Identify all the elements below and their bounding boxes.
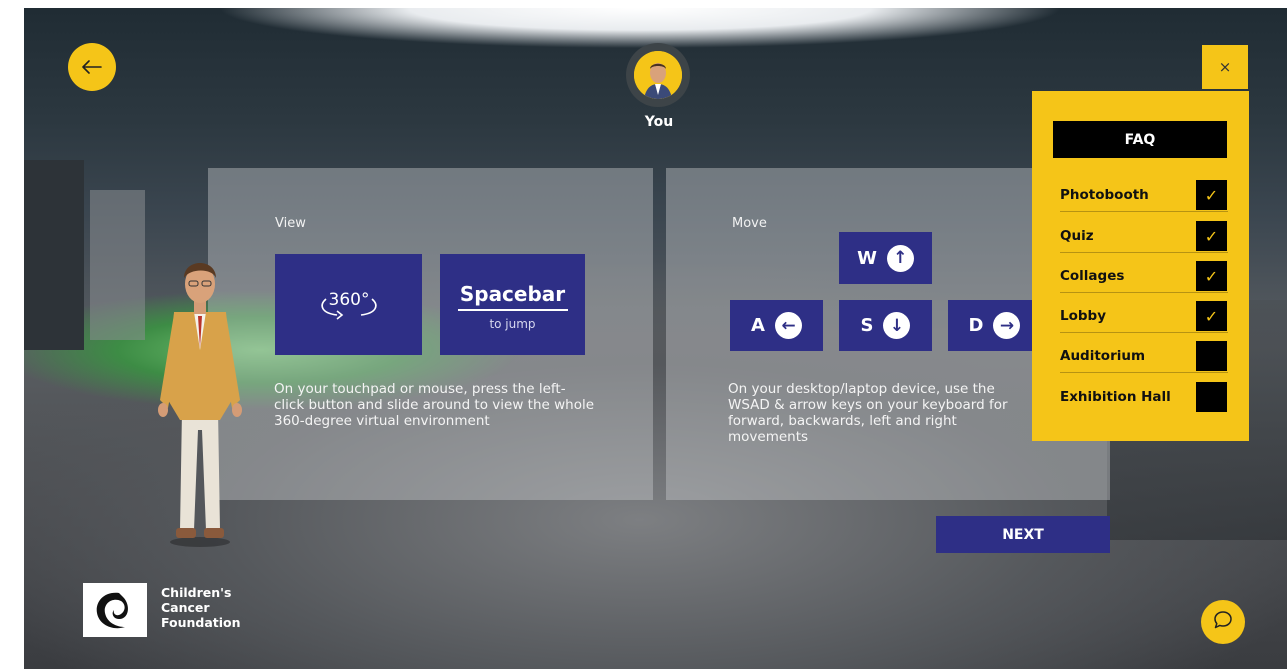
move-description: On your desktop/laptop device, use the W… bbox=[728, 381, 1008, 445]
faq-item-quiz[interactable]: Quiz ✓ bbox=[1060, 220, 1228, 253]
faq-item-label: Quiz bbox=[1060, 228, 1094, 244]
view-instructions-panel: View 360° Spacebar to jump On your touch… bbox=[208, 168, 653, 500]
chat-bubble-icon bbox=[1213, 610, 1233, 635]
faq-item-photobooth[interactable]: Photobooth ✓ bbox=[1060, 179, 1228, 212]
checkbox[interactable] bbox=[1196, 341, 1227, 371]
key-a-tile: A ← bbox=[730, 300, 823, 351]
faq-item-label: Auditorium bbox=[1060, 348, 1146, 364]
frame-edge bbox=[0, 0, 24, 669]
childrens-cancer-foundation-logo: Children's Cancer Foundation bbox=[83, 583, 273, 639]
checkbox[interactable]: ✓ bbox=[1196, 180, 1227, 210]
arrow-left-icon bbox=[82, 55, 102, 79]
user-avatar[interactable] bbox=[626, 43, 690, 107]
move-panel-title: Move bbox=[732, 216, 767, 231]
frame-edge bbox=[0, 0, 1287, 8]
faq-item-label: Collages bbox=[1060, 268, 1125, 284]
arrow-down-icon: ↓ bbox=[883, 312, 911, 339]
checkbox[interactable]: ✓ bbox=[1196, 261, 1227, 291]
faq-item-label: Exhibition Hall bbox=[1060, 389, 1171, 405]
spacebar-title: Spacebar bbox=[459, 282, 566, 306]
back-button[interactable] bbox=[68, 43, 116, 91]
key-s-tile: S ↓ bbox=[839, 300, 932, 351]
key-letter: D bbox=[968, 315, 984, 336]
faq-header-button[interactable]: FAQ bbox=[1053, 121, 1227, 158]
close-button[interactable]: × bbox=[1202, 45, 1248, 89]
background-wall bbox=[24, 160, 84, 350]
key-d-tile: D → bbox=[948, 300, 1041, 351]
faq-item-exhibition-hall[interactable]: Exhibition Hall bbox=[1060, 381, 1228, 414]
key-letter: A bbox=[751, 315, 765, 336]
arrow-up-icon: ↑ bbox=[886, 244, 914, 272]
view-panel-title: View bbox=[275, 216, 306, 231]
logo-text-line2: Cancer bbox=[161, 600, 210, 615]
spacebar-underline bbox=[458, 309, 568, 311]
chat-button[interactable] bbox=[1201, 600, 1245, 644]
spacebar-subtitle: to jump bbox=[489, 317, 536, 331]
view-360-tile: 360° bbox=[275, 254, 422, 355]
faq-item-collages[interactable]: Collages ✓ bbox=[1060, 260, 1228, 293]
arrow-right-icon: → bbox=[993, 312, 1021, 339]
key-letter: S bbox=[860, 315, 874, 336]
checkbox[interactable] bbox=[1196, 382, 1227, 412]
faq-item-label: Photobooth bbox=[1060, 187, 1149, 203]
next-button[interactable]: NEXT bbox=[936, 516, 1110, 553]
arrow-left-icon: ← bbox=[774, 312, 802, 339]
checkbox[interactable]: ✓ bbox=[1196, 221, 1227, 251]
rotate-360-icon: 360° bbox=[317, 285, 381, 325]
view-description: On your touchpad or mouse, press the lef… bbox=[274, 381, 595, 429]
tile-360-label: 360° bbox=[328, 290, 369, 310]
foundation-logo-mark bbox=[83, 583, 147, 637]
background-wall bbox=[90, 190, 145, 340]
spacebar-tile: Spacebar to jump bbox=[440, 254, 585, 355]
key-letter: W bbox=[857, 247, 877, 269]
logo-text-line3: Foundation bbox=[161, 615, 241, 630]
user-avatar-icon bbox=[634, 51, 682, 99]
key-w-tile: W ↑ bbox=[839, 232, 932, 284]
close-icon: × bbox=[1218, 58, 1232, 76]
faq-item-label: Lobby bbox=[1060, 308, 1107, 324]
faq-checklist-panel: FAQ Photobooth ✓ Quiz ✓ Collages ✓ Lobby… bbox=[1032, 91, 1249, 441]
user-name-label: You bbox=[644, 114, 674, 130]
logo-text-line1: Children's bbox=[161, 585, 232, 600]
checkbox[interactable]: ✓ bbox=[1196, 301, 1227, 331]
guide-character bbox=[150, 250, 250, 550]
faq-item-auditorium[interactable]: Auditorium bbox=[1060, 340, 1228, 373]
faq-item-lobby[interactable]: Lobby ✓ bbox=[1060, 300, 1228, 333]
